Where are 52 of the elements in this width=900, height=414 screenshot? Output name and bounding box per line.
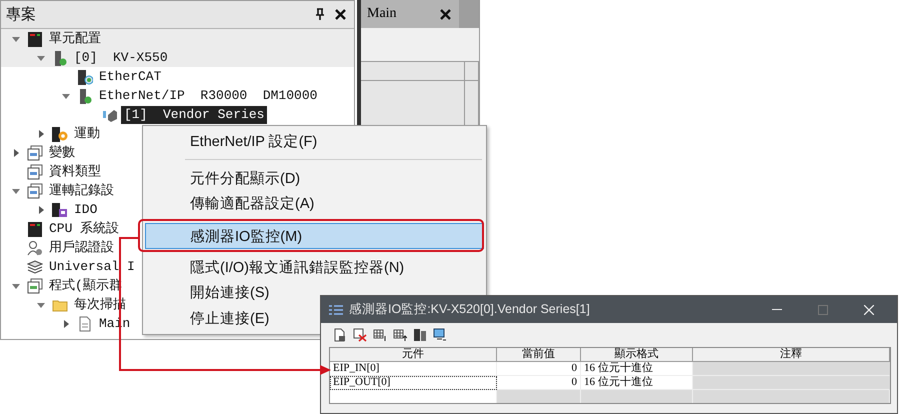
table-up-icon[interactable]: [393, 328, 407, 342]
module-icon: [77, 88, 93, 104]
menu-item[interactable]: 感測器IO監控(M): [145, 223, 484, 249]
module-icon: [52, 50, 68, 66]
controller-icon: [27, 220, 43, 236]
table-cell: 0: [497, 362, 581, 376]
tree-item[interactable]: 變數: [46, 144, 78, 162]
tree-item[interactable]: 用戶認證設: [46, 238, 117, 256]
table-down-icon[interactable]: [373, 328, 387, 342]
close-icon[interactable]: [335, 9, 346, 20]
delete-icon[interactable]: [353, 328, 367, 342]
list-icon: [329, 304, 343, 314]
menu-item[interactable]: 傳輸適配器設定(A): [145, 190, 484, 216]
table-cell: 16 位元十進位: [581, 376, 693, 390]
monitor-icon[interactable]: [433, 328, 447, 342]
menu-item[interactable]: 元件分配顯示(D): [145, 165, 484, 191]
tree-item[interactable]: EtherCAT: [96, 68, 164, 86]
close-icon[interactable]: [440, 8, 451, 20]
book-stack-icon: [27, 258, 43, 274]
tree-item[interactable]: CPU 系統設: [46, 220, 122, 238]
column-header[interactable]: 當前值: [497, 348, 581, 362]
collapsed-arrow-icon[interactable]: [11, 148, 21, 158]
column-header[interactable]: 元件: [330, 348, 497, 362]
panel-title: 專案: [6, 5, 37, 24]
editor-tab[interactable]: Main: [361, 0, 459, 28]
menu-item[interactable]: 隱式(I/O)報文通訊錯誤監控器(N): [145, 254, 484, 280]
device-icon[interactable]: [413, 328, 427, 342]
table-cell: 16 位元十進位: [581, 362, 693, 376]
window-title: 感測器IO監控:KV-X520[0].Vendor Series[1]: [349, 301, 591, 318]
table-cell: EIP_OUT[0]: [330, 376, 497, 390]
document-icon[interactable]: [333, 328, 347, 342]
menu-item[interactable]: EtherNet/IP 設定(F): [145, 129, 484, 154]
table-cell: EIP_IN[0]: [330, 362, 497, 376]
tree-item[interactable]: 運轉記錄設: [46, 182, 117, 200]
collapsed-arrow-icon[interactable]: [61, 318, 71, 328]
user-gear-icon: [27, 240, 43, 256]
network-module-icon: [77, 68, 93, 84]
collapsed-arrow-icon[interactable]: [36, 128, 46, 138]
minimize-icon[interactable]: [772, 308, 782, 310]
tree-item[interactable]: Universal I: [46, 258, 138, 276]
tree-item[interactable]: EtherNet/IP R30000 DM10000: [96, 86, 320, 104]
tree-item[interactable]: [1] Vendor Series: [121, 106, 268, 124]
table-cell: 0: [497, 376, 581, 390]
tree-item[interactable]: 運動: [71, 124, 103, 142]
tree-item[interactable]: 單元配置: [46, 30, 104, 48]
column-header[interactable]: 注釋: [693, 348, 890, 362]
column-header[interactable]: 顯示格式: [581, 348, 693, 362]
collapsed-arrow-icon[interactable]: [36, 204, 46, 214]
pin-icon[interactable]: [315, 8, 325, 21]
rack-icon: [27, 30, 43, 46]
tree-item[interactable]: IDO: [71, 200, 100, 218]
tree-item[interactable]: 資料類型: [46, 162, 104, 180]
